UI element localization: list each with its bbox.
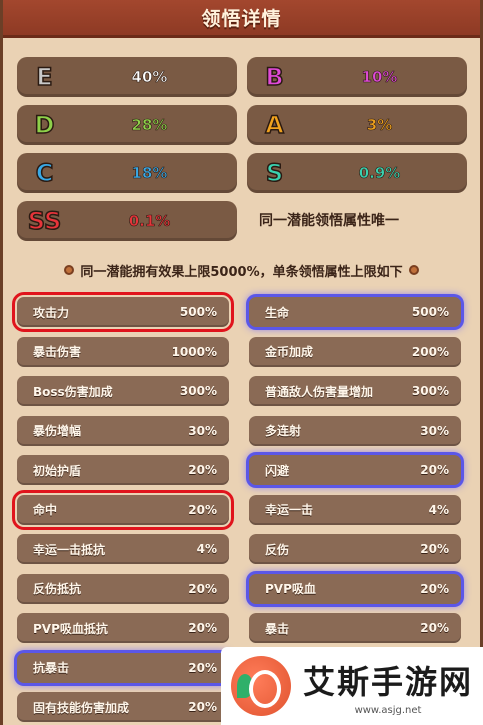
panel-title: 领悟详情 [201,8,282,30]
stat-cap-row: PVP吸血抵抗 20% [17,613,229,643]
stat-cap-value: 20% [420,621,449,635]
stat-cap-value: 20% [188,660,217,675]
stat-name: 暴击伤害 [33,345,82,359]
stat-name: 初始护盾 [33,463,82,478]
unique-attribute-note: 同一潜能领悟属性唯一 [259,213,399,229]
stat-cap-value: 20% [420,542,449,556]
stat-cap-row: 初始护盾 20% [17,455,229,485]
stat-cap-value: 200% [411,344,449,359]
rank-probability: 10% [361,68,398,87]
rank-pill-d: D 28% [17,105,237,145]
stat-cap-row: 金币加成 200% [249,336,461,367]
stat-name: 攻击力 [33,305,70,320]
stat-cap-value: 20% [188,621,217,635]
stat-name: 多连射 [265,424,302,438]
rank-letter: E [36,62,54,92]
watermark-title: 艾斯手游网 [303,662,474,701]
stat-name: 反伤 [265,542,290,557]
site-watermark: 艾斯手游网 www.asjg.net [221,647,483,725]
rank-letter: SS [27,206,62,236]
stat-cap-value: 1000% [171,344,217,359]
rank-pill-a: A 3% [247,105,467,145]
bullet-dot-icon [408,265,419,275]
stat-cap-row: 暴击伤害 1000% [17,336,229,367]
stat-name: 暴击 [265,621,290,636]
stat-cap-value: 20% [188,463,217,477]
rank-letter: S [265,158,284,188]
stat-cap-row: 攻击力 500% [12,292,234,332]
rank-letter: B [265,62,285,92]
rank-probability: 0.9% [358,164,401,183]
rank-pill-c: C 18% [17,153,237,193]
stat-cap-value: 20% [188,700,217,714]
stat-cap-value: 500% [411,305,449,319]
comprehension-detail-panel: 领悟详情 E 40% B 10% D 28% A 3% C 18% S 0.9% SS 0.1% 同一潜能… [0,0,483,725]
rank-pill-s: S 0.9% [247,153,467,193]
stat-name: 金币加成 [265,345,314,359]
rank-pill-b: B 10% [247,57,467,97]
watermark-url: www.asjg.net [354,704,422,716]
stat-cap-value: 30% [188,423,217,438]
stat-name: 暴伤增幅 [33,424,82,438]
rank-probability: 0.1% [128,212,171,231]
stat-cap-row: Boss伤害加成 300% [17,376,229,406]
stat-name: 固有技能伤害加成 [33,700,130,715]
stat-cap-row: 暴伤增幅 30% [17,415,229,446]
stat-name: 生命 [265,305,290,320]
stat-cap-value: 4% [196,542,217,556]
stat-cap-row: 反伤 20% [249,534,461,564]
effect-cap-text: 同一潜能拥有效果上限5000%，单条领悟属性上限如下 [80,264,403,280]
stat-name: PVP吸血抵抗 [33,621,108,636]
bullet-dot-icon [64,265,75,275]
site-logo-icon [231,656,291,716]
stat-cap-value: 20% [420,581,449,596]
stat-name: 抗暴击 [33,661,70,675]
stat-cap-value: 4% [428,502,449,517]
leaf-icon [237,674,253,698]
stat-name: 反伤抵抗 [33,582,82,596]
stat-cap-value: 30% [420,423,449,438]
stat-cap-row: 固有技能伤害加成 20% [17,692,229,722]
stat-cap-value: 20% [420,463,449,477]
rank-letter: D [34,110,55,140]
rank-pill-ss: SS 0.1% [17,201,237,241]
rank-pill-e: E 40% [17,57,237,97]
stat-name: 命中 [33,503,58,517]
stat-name: 普通敌人伤害量增加 [265,384,374,399]
rank-probability: 28% [131,116,168,135]
stat-cap-row: 普通敌人伤害量增加 300% [249,376,461,406]
stat-cap-row: 幸运一击抵抗 4% [17,534,229,564]
stat-cap-row: 多连射 30% [249,415,461,446]
rank-probability: 18% [131,164,168,183]
stat-cap-value: 20% [188,581,217,596]
stat-cap-value: 20% [188,502,217,517]
stat-cap-row: 反伤抵抗 20% [17,573,229,604]
stat-cap-value: 500% [179,305,217,319]
rank-probability: 3% [366,116,393,135]
stat-name: 幸运一击抵抗 [33,542,106,557]
stat-name: 幸运一击 [265,503,314,517]
stat-cap-row: 暴击 20% [249,613,461,643]
rank-probability: 40% [131,68,168,87]
stat-name: PVP吸血 [265,582,316,596]
stat-cap-row: 闪避 20% [249,455,461,485]
stat-cap-row: 抗暴击 20% [17,652,229,683]
effect-cap-note: 同一潜能拥有效果上限5000%，单条领悟属性上限如下 [3,259,480,281]
panel-header: 领悟详情 [3,0,480,38]
stat-cap-row: 幸运一击 4% [249,494,461,525]
rank-letter: C [35,158,54,188]
stat-cap-value: 300% [411,384,449,398]
stat-cap-row: 命中 20% [12,489,234,530]
stat-name: 闪避 [265,463,290,478]
rank-letter: A [264,110,284,140]
stat-cap-row: PVP吸血 20% [249,573,461,604]
stat-cap-value: 300% [179,384,217,398]
stat-name: Boss伤害加成 [33,384,113,399]
stat-cap-row: 生命 500% [249,297,461,327]
